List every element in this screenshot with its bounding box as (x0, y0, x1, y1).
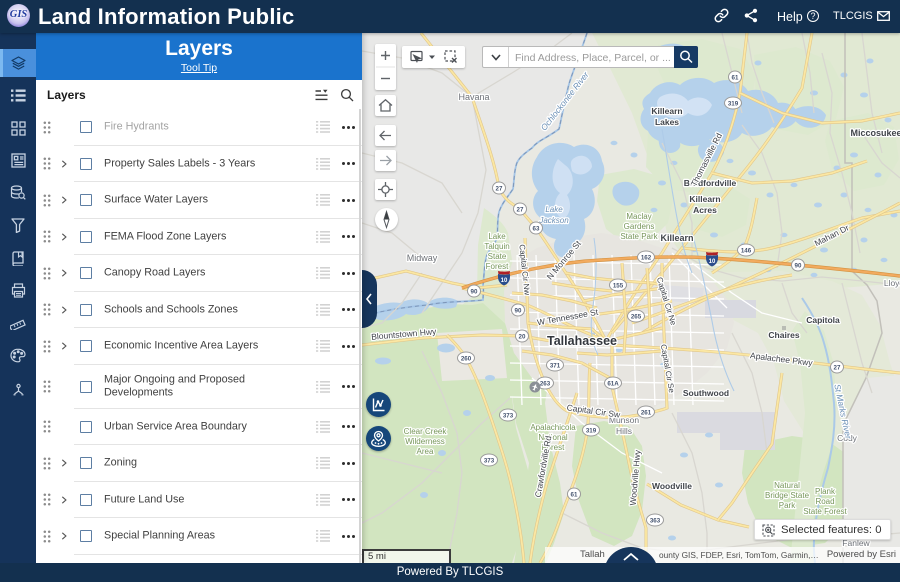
svg-text:Woodville Hwy: Woodville Hwy (628, 449, 643, 506)
svg-text:Tallahassee: Tallahassee (547, 334, 617, 348)
svg-text:Apalachee Pkwy: Apalachee Pkwy (750, 350, 814, 368)
svg-text:Lakes: Lakes (655, 117, 679, 127)
svg-text:Park: Park (779, 501, 796, 510)
svg-text:Killearn: Killearn (689, 194, 720, 204)
svg-text:Forest: Forest (486, 262, 509, 271)
svg-text:Clear Creek: Clear Creek (404, 427, 448, 436)
svg-text:27: 27 (496, 185, 503, 192)
svg-text:State Park: State Park (620, 232, 658, 241)
svg-text:261: 261 (641, 409, 652, 416)
svg-text:155: 155 (613, 282, 624, 289)
svg-text:146: 146 (741, 247, 752, 254)
svg-text:260: 260 (461, 355, 472, 362)
svg-text:Capitola: Capitola (806, 315, 840, 325)
svg-text:Hills: Hills (616, 426, 632, 436)
svg-text:Midway: Midway (407, 253, 438, 263)
svg-text:Capital Cir Se: Capital Cir Se (659, 343, 677, 394)
svg-text:20: 20 (519, 333, 526, 340)
svg-text:Capital Cir Ne: Capital Cir Ne (655, 276, 678, 327)
svg-text:Lloyd: Lloyd (884, 278, 900, 288)
svg-text:Lake: Lake (545, 205, 563, 214)
svg-text:W Tennessee St: W Tennessee St (536, 307, 599, 328)
svg-text:27: 27 (517, 206, 524, 213)
svg-text:Apalachicola: Apalachicola (530, 423, 576, 432)
svg-text:Mahan Dr: Mahan Dr (813, 222, 851, 248)
svg-text:Talquin: Talquin (484, 242, 509, 251)
svg-text:61: 61 (571, 491, 578, 498)
svg-text:319: 319 (728, 100, 739, 107)
svg-text:Wilderness: Wilderness (405, 437, 445, 446)
svg-text:Miccosukee: Miccosukee (850, 128, 900, 138)
svg-text:10: 10 (501, 278, 508, 284)
svg-text:Natural: Natural (774, 481, 800, 490)
svg-text:Woodville: Woodville (652, 481, 692, 491)
svg-text:363: 363 (650, 517, 661, 524)
svg-text:Lake: Lake (488, 232, 506, 241)
svg-text:319: 319 (586, 427, 597, 434)
svg-text:Gardens: Gardens (624, 222, 655, 231)
svg-text:State: State (488, 252, 507, 261)
svg-text:Maclay: Maclay (626, 212, 651, 221)
svg-text:373: 373 (484, 457, 495, 464)
svg-text:90: 90 (515, 307, 522, 314)
svg-text:63: 63 (533, 225, 540, 232)
svg-text:61: 61 (732, 74, 739, 81)
svg-text:Capital Cir Nw: Capital Cir Nw (517, 244, 531, 296)
svg-text:61A: 61A (607, 380, 619, 387)
svg-text:Ochlockonee River: Ochlockonee River (539, 69, 592, 133)
svg-text:90: 90 (471, 288, 478, 295)
svg-text:10: 10 (709, 259, 716, 265)
svg-text:St Marks River: St Marks River (832, 383, 854, 441)
svg-text:Road: Road (815, 497, 834, 506)
svg-text:Bridge State: Bridge State (765, 491, 810, 500)
svg-text:Southwood: Southwood (683, 388, 729, 398)
svg-text:90: 90 (795, 262, 802, 269)
svg-text:373: 373 (503, 412, 514, 419)
svg-text:Crawfordville Rd: Crawfordville Rd (533, 435, 554, 498)
svg-text:Killearn: Killearn (660, 233, 693, 243)
svg-text:263: 263 (540, 380, 551, 387)
svg-text:N Monroe St: N Monroe St (545, 238, 584, 281)
svg-text:162: 162 (641, 254, 652, 261)
svg-text:State Forest: State Forest (803, 507, 847, 516)
svg-text:Havana: Havana (458, 92, 489, 102)
svg-text:Blountstown Hwy: Blountstown Hwy (371, 326, 438, 342)
svg-text:Chaires: Chaires (768, 330, 799, 340)
svg-text:Plank: Plank (815, 487, 836, 496)
svg-text:Killearn: Killearn (651, 106, 682, 116)
svg-text:Acres: Acres (693, 205, 717, 215)
svg-text:265: 265 (631, 313, 642, 320)
svg-text:27: 27 (834, 364, 841, 371)
svg-text:Jackson: Jackson (538, 216, 569, 225)
svg-text:Capital Cir Sw: Capital Cir Sw (566, 402, 622, 420)
svg-text:Area: Area (417, 447, 434, 456)
svg-text:371: 371 (550, 362, 561, 369)
